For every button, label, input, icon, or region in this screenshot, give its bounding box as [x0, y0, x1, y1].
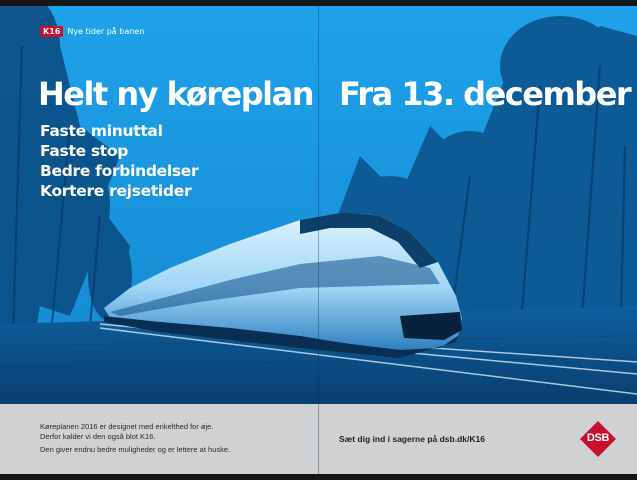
- advertisement-spread: K16 Nye tider på banen Helt ny køreplan …: [0, 0, 637, 480]
- k16-label: K16: [40, 26, 64, 37]
- headline-left: Helt ny køreplan: [38, 75, 314, 113]
- footer-cta-link[interactable]: Sæt dig ind i sagerne på dsb.dk/K16: [339, 434, 485, 444]
- feature-item: Kortere rejsetider: [40, 182, 192, 200]
- footer-description: Køreplanen 2016 er designet med enkelthe…: [40, 422, 300, 455]
- feature-item: Faste stop: [40, 142, 129, 160]
- footer-line: Derfor kalder vi den også blot K16.: [40, 432, 156, 441]
- dsb-logo-text: DSB: [586, 432, 610, 444]
- feature-item: Faste minuttal: [40, 122, 163, 140]
- feature-list: Faste minuttal Faste stop Bedre forbinde…: [40, 121, 199, 201]
- badge-tagline: Nye tider på banen: [67, 27, 145, 36]
- footer-line: Køreplanen 2016 er designet med enkelthe…: [40, 422, 214, 431]
- page-fold-divider: [318, 6, 319, 474]
- headline-right: Fra 13. december: [339, 75, 632, 113]
- bottom-border: [0, 474, 637, 480]
- footer-line: Den giver endnu bedre muligheder og er l…: [40, 445, 231, 454]
- k16-badge: K16 Nye tider på banen: [40, 26, 144, 37]
- feature-item: Bedre forbindelser: [40, 162, 199, 180]
